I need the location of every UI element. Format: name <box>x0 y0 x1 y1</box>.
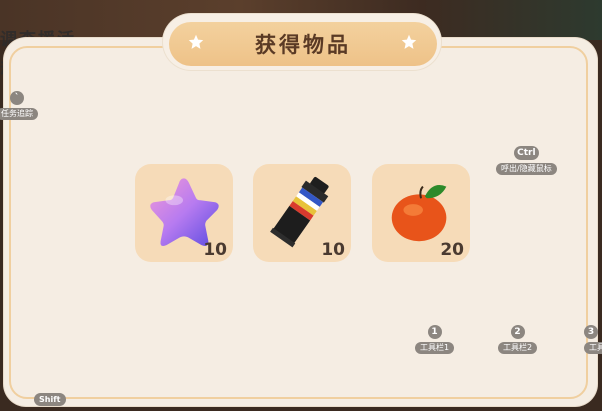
key-badge-2: 2 <box>510 325 525 339</box>
hint-label-task: 任务追踪 <box>0 108 38 120</box>
item-count: 20 <box>440 240 464 260</box>
paint-tube-icon <box>270 176 329 248</box>
key-badge-ctrl: Ctrl <box>514 146 539 160</box>
key-badge-backtick: ` <box>10 91 24 105</box>
purple-star-icon <box>150 178 219 246</box>
hint-toolbar-1[interactable]: 1 工具栏1 <box>415 325 455 354</box>
page-title: 获得物品 <box>255 33 351 57</box>
star-right-icon <box>401 34 417 49</box>
orange-fruit-icon <box>391 185 447 242</box>
item-slot-orange[interactable]: 20 <box>372 164 470 262</box>
item-slot-star[interactable]: 10 <box>135 164 233 262</box>
hint-label-toolbar-2: 工具栏2 <box>498 342 538 354</box>
item-count: 10 <box>321 240 345 260</box>
key-badge-1: 1 <box>427 325 442 339</box>
hint-task-tracking[interactable]: ` 任务追踪 <box>0 91 38 120</box>
hint-ctrl-mouse[interactable]: Ctrl 呼出/隐藏鼠标 <box>496 146 557 175</box>
hint-label-mouse: 呼出/隐藏鼠标 <box>496 163 557 175</box>
item-slot-paint-tube[interactable]: 10 <box>253 164 351 262</box>
hint-toolbar-3[interactable]: 3 工具栏3 <box>584 325 602 354</box>
key-badge-3: 3 <box>584 325 598 339</box>
hint-label-toolbar-1: 工具栏1 <box>415 342 455 354</box>
key-badge-shift[interactable]: Shift <box>34 393 66 406</box>
hint-toolbar-2[interactable]: 2 工具栏2 <box>498 325 538 354</box>
title-banner: 获得物品 <box>169 22 437 66</box>
item-count: 10 <box>203 240 227 260</box>
hint-label-toolbar-3: 工具栏3 <box>584 342 602 354</box>
star-left-icon <box>188 34 204 49</box>
